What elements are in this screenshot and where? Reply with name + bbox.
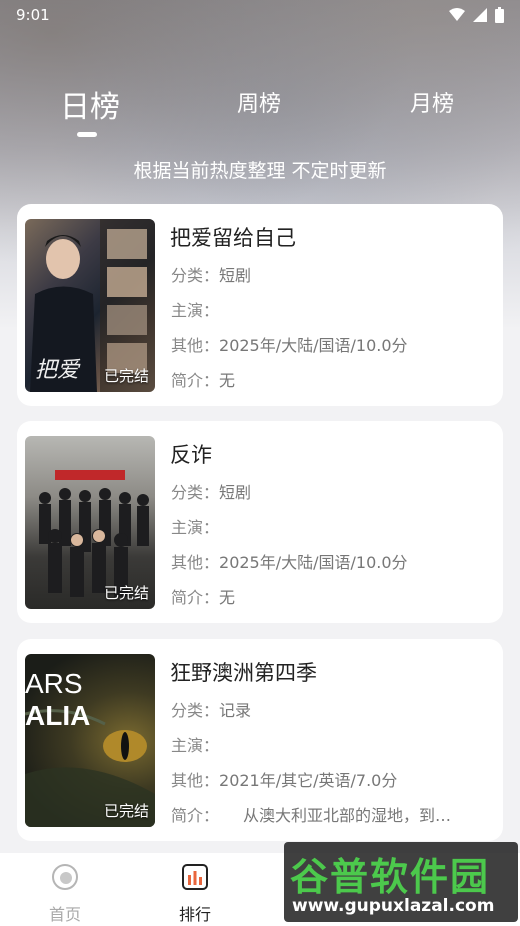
list-item[interactable]: 把爱 已完结 把爱留给自己 分类：短剧 主演： 其他：2025年/大陆/国语/1…	[17, 204, 503, 406]
status-badge: 已完结	[103, 584, 149, 602]
chart-icon	[182, 864, 208, 890]
wifi-icon	[449, 8, 465, 21]
nav-home[interactable]: 首页	[35, 863, 95, 925]
ranking-tabs: 日榜 周榜 月榜	[0, 86, 520, 146]
home-icon	[52, 864, 78, 890]
ranking-subtitle: 根据当前热度整理 不定时更新	[133, 160, 387, 182]
poster-title-text: ARS	[25, 668, 83, 699]
poster-image[interactable]: 把爱 已完结	[25, 219, 155, 392]
tab-daily[interactable]: 日榜	[60, 82, 120, 126]
status-bar: 9:01	[0, 0, 520, 30]
watermark-logo: 谷普软件园 www.gupuxlazal.com	[284, 842, 518, 922]
item-category: 分类：短剧	[171, 483, 252, 502]
list-item[interactable]: ARS ALIA 已完结 狂野澳洲第四季 分类：记录 主演： 其他：2021年/…	[17, 639, 503, 841]
battery-icon	[495, 7, 504, 23]
status-badge: 已完结	[103, 802, 149, 820]
item-title[interactable]: 狂野澳洲第四季	[170, 657, 317, 687]
tab-monthly[interactable]: 月榜	[410, 86, 454, 118]
status-badge: 已完结	[103, 367, 149, 385]
nav-home-label: 首页	[48, 905, 81, 924]
item-other: 其他：2025年/大陆/国语/10.0分	[171, 553, 408, 572]
poster-image[interactable]: ARS ALIA 已完结	[25, 654, 155, 827]
nav-ranking[interactable]: 排行	[165, 863, 225, 925]
tab-indicator	[77, 132, 97, 137]
item-title[interactable]: 把爱留给自己	[170, 222, 296, 252]
watermark-url: www.gupuxlazal.com	[292, 896, 495, 916]
item-other: 其他：2025年/大陆/国语/10.0分	[171, 336, 408, 355]
poster-title-text: ALIA	[25, 700, 91, 731]
poster-image[interactable]: 已完结	[25, 436, 155, 609]
item-intro: 简介：无	[171, 588, 236, 607]
watermark-title: 谷普软件园	[290, 855, 491, 899]
status-time: 9:01	[16, 6, 50, 24]
nav-ranking-label: 排行	[178, 905, 211, 924]
item-cast: 主演：	[171, 736, 220, 755]
item-cast: 主演：	[171, 301, 220, 320]
item-title[interactable]: 反诈	[170, 439, 212, 469]
item-other: 其他：2021年/其它/英语/7.0分	[171, 771, 398, 790]
item-cast: 主演：	[171, 518, 220, 537]
item-intro: 简介： 从澳大利亚北部的湿地，到…	[171, 806, 452, 825]
list-item[interactable]: 已完结 反诈 分类：短剧 主演： 其他：2025年/大陆/国语/10.0分 简介…	[17, 421, 503, 623]
item-category: 分类：记录	[171, 701, 252, 720]
tab-weekly[interactable]: 周榜	[237, 86, 281, 118]
status-icons	[449, 7, 504, 23]
signal-icon	[473, 8, 487, 22]
item-category: 分类：短剧	[171, 266, 252, 285]
item-intro: 简介：无	[171, 371, 236, 390]
poster-title-text: 把爱	[35, 358, 80, 383]
